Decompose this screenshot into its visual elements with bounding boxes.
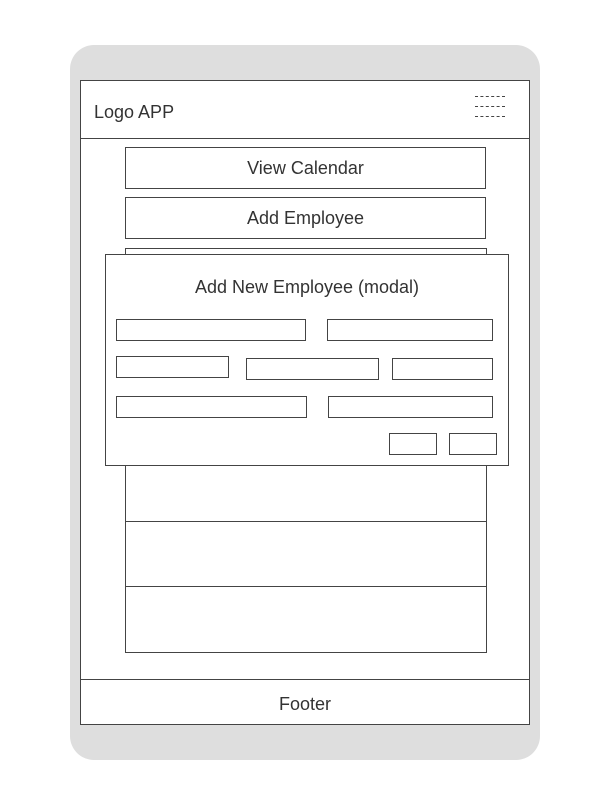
app-footer: Footer [81, 679, 529, 725]
app-header: Logo APP [81, 81, 529, 139]
add-employee-button[interactable]: Add Employee [125, 197, 486, 239]
employee-field-4[interactable] [246, 358, 379, 380]
employee-field-5[interactable] [392, 358, 493, 380]
app-logo: Logo APP [94, 102, 175, 122]
employee-field-3[interactable] [116, 356, 229, 378]
modal-action-button-1[interactable] [389, 433, 437, 455]
list-item[interactable] [126, 521, 486, 586]
modal-title: Add New Employee (modal) [194, 277, 420, 297]
modal-action-button-2[interactable] [449, 433, 497, 455]
employee-field-7[interactable] [328, 396, 493, 418]
employee-field-1[interactable] [116, 319, 306, 341]
list-item[interactable] [126, 586, 486, 652]
view-calendar-button[interactable]: View Calendar [125, 147, 486, 189]
employee-field-6[interactable] [116, 396, 307, 418]
employee-field-2[interactable] [327, 319, 493, 341]
add-employee-modal: Add New Employee (modal) [105, 254, 509, 466]
hamburger-menu-icon[interactable] [475, 95, 505, 117]
